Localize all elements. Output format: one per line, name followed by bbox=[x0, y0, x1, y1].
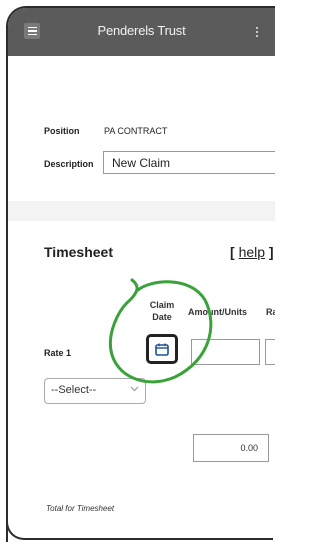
brand-logo-text: Penderels Trust bbox=[97, 23, 186, 38]
description-label: Description bbox=[44, 159, 94, 169]
position-value: PA CONTRACT bbox=[104, 126, 168, 136]
phone-frame: Penderels Trust Position PA CONTRACT Des… bbox=[6, 6, 275, 542]
claim-form: Position PA CONTRACT Description New Cla… bbox=[8, 56, 275, 542]
position-label: Position bbox=[44, 126, 80, 136]
amount-units-header: Amount/Units bbox=[188, 307, 247, 317]
section-divider bbox=[8, 201, 275, 221]
rate-1-label: Rate 1 bbox=[44, 348, 72, 358]
chevron-down-icon bbox=[130, 386, 139, 392]
calendar-icon bbox=[155, 343, 169, 356]
rate-header: Ra bbox=[266, 307, 275, 317]
phone-frame-bottom bbox=[6, 500, 273, 540]
app-header: Penderels Trust bbox=[8, 8, 275, 56]
help-link[interactable]: help bbox=[239, 244, 265, 260]
description-input[interactable]: New Claim bbox=[103, 151, 275, 174]
claim-date-header: Claim Date bbox=[149, 300, 175, 322]
rate-select-value: --Select-- bbox=[51, 384, 97, 396]
help-link-wrapper: [ help ] bbox=[230, 244, 274, 260]
timesheet-title: Timesheet bbox=[44, 244, 113, 260]
rate-select[interactable]: --Select-- bbox=[44, 378, 146, 404]
rate-input[interactable] bbox=[265, 339, 275, 365]
claim-date-calendar-button[interactable] bbox=[146, 334, 178, 364]
amount-units-input[interactable] bbox=[191, 339, 260, 365]
timesheet-total-field: 0.00 bbox=[193, 434, 269, 462]
kebab-menu-icon[interactable] bbox=[254, 23, 260, 41]
